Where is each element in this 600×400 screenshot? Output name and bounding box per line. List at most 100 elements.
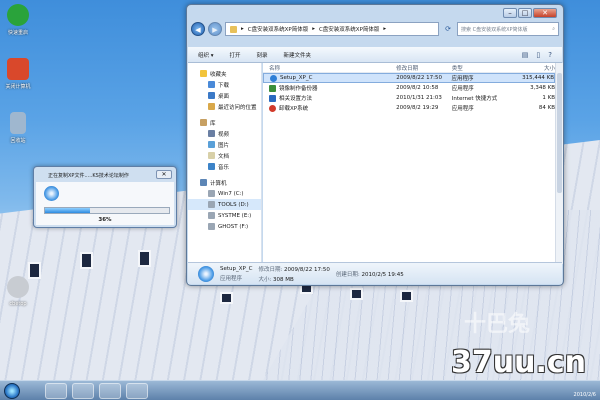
download-icon xyxy=(208,81,215,88)
file-row[interactable]: 镜像制作备份器 2009/8/2 10:58 应用程序 3,348 KB xyxy=(263,83,555,93)
program-icon xyxy=(7,276,29,298)
details-modified: 2009/8/22 17:50 xyxy=(284,266,330,273)
nav-label: Win7 (C:) xyxy=(218,190,244,197)
view-options-icon[interactable]: ▤ xyxy=(522,51,529,59)
nav-label: 最近访问的位置 xyxy=(218,104,257,111)
restart-icon xyxy=(7,4,29,26)
file-date: 2009/8/2 10:58 xyxy=(396,85,439,91)
dialog-close-button[interactable]: ✕ xyxy=(156,170,172,179)
taskbar-explorer-icon[interactable] xyxy=(72,382,94,399)
maximize-button[interactable]: □ xyxy=(518,8,532,18)
preview-pane-icon[interactable]: ▯ xyxy=(536,51,540,59)
refresh-icon[interactable]: ⟳ xyxy=(442,22,454,36)
start-button[interactable] xyxy=(4,382,20,399)
desktop-icon-label: 回收站 xyxy=(10,138,26,144)
file-row[interactable]: Setup_XP_C 2009/8/22 17:50 应用程序 315,444 … xyxy=(263,73,555,83)
copy-progress-dialog: 正在复制XP文件.....KS技术论坛制作 ✕ 36% xyxy=(33,166,177,228)
forward-button[interactable]: ▶ xyxy=(208,22,222,36)
nav-favorites[interactable]: 收藏夹 xyxy=(188,68,261,79)
file-row[interactable]: 相关设置方法 2010/1/31 21:03 Internet 快捷方式 1 K… xyxy=(263,93,555,103)
progress-fill xyxy=(45,208,90,213)
nav-label: SYSTME (E:) xyxy=(218,212,252,219)
help-icon[interactable]: ? xyxy=(548,51,552,59)
new-folder-button[interactable]: 新建文件夹 xyxy=(284,51,312,59)
search-input[interactable]: 搜索 C盘安装双系统XP简体版 ⌕ xyxy=(457,22,559,36)
desktop-icon-recycle-bin[interactable]: 回收站 xyxy=(1,112,35,144)
file-row[interactable]: 卸载XP系统 2009/8/2 19:29 应用程序 84 KB xyxy=(263,103,555,113)
address-bar[interactable]: ▸ C盘安装双系统XP简体版 ▸ C盘安装双系统XP简体版 ▸ xyxy=(225,22,439,36)
nav-drive-c[interactable]: Win7 (C:) xyxy=(188,188,261,199)
close-button[interactable]: ✕ xyxy=(533,8,557,18)
file-size: 3,348 KB xyxy=(530,85,555,91)
nav-item-recent[interactable]: 最近访问的位置 xyxy=(188,101,261,112)
file-size: 1 KB xyxy=(542,95,555,101)
music-icon xyxy=(208,163,215,170)
nav-item-pictures[interactable]: 图片 xyxy=(188,139,261,150)
nav-drive-e[interactable]: SYSTME (E:) xyxy=(188,210,261,221)
nav-label: 文档 xyxy=(218,153,230,160)
file-date: 2009/8/2 19:29 xyxy=(396,105,439,111)
nav-drive-d[interactable]: TOOLS (D:) xyxy=(188,199,261,210)
desktop-icon-quick-restart[interactable]: 快速重启 xyxy=(1,4,35,36)
star-icon xyxy=(200,70,207,77)
address-separator: ▸ xyxy=(383,26,387,32)
folder-icon xyxy=(230,25,237,33)
burn-button[interactable]: 刻录 xyxy=(257,51,268,59)
setup-app-icon xyxy=(44,186,59,201)
nav-item-documents[interactable]: 文档 xyxy=(188,150,261,161)
computer-icon xyxy=(200,179,207,186)
desktop-icon-cbetop[interactable]: cbetop xyxy=(1,276,35,307)
nav-label: 下载 xyxy=(218,82,230,89)
nav-label: TOOLS (D:) xyxy=(218,201,249,208)
column-headers: 名称 修改日期 类型 大小 xyxy=(263,63,555,73)
desktop-icon-label: cbetop xyxy=(9,301,27,307)
search-icon: ⌕ xyxy=(552,26,555,32)
nav-drive-f[interactable]: GHOST (F:) xyxy=(188,221,261,232)
file-list-scrollbar[interactable] xyxy=(555,63,563,264)
document-icon xyxy=(208,152,215,159)
wallpaper-window xyxy=(220,292,233,304)
nav-item-desktop[interactable]: 桌面 xyxy=(188,90,261,101)
minimize-button[interactable]: – xyxy=(503,8,517,18)
nav-item-videos[interactable]: 视频 xyxy=(188,128,261,139)
nav-label: 计算机 xyxy=(210,180,227,187)
nav-item-music[interactable]: 音乐 xyxy=(188,161,261,172)
file-size: 84 KB xyxy=(538,105,555,111)
desktop-icon-label: 关闭计算机 xyxy=(5,84,31,90)
drive-icon xyxy=(208,201,215,208)
back-button[interactable]: ◀ xyxy=(191,22,205,36)
breadcrumb-segment[interactable]: C盘安装双系统XP简体版 xyxy=(248,25,308,33)
wallpaper-window xyxy=(138,250,151,267)
scrollbar-thumb[interactable] xyxy=(557,73,562,193)
uninstall-icon xyxy=(269,104,276,112)
internet-shortcut-icon xyxy=(269,94,276,102)
column-header-name[interactable]: 名称 xyxy=(269,64,396,72)
column-header-date[interactable]: 修改日期 xyxy=(396,64,452,72)
column-header-size[interactable]: 大小 xyxy=(515,64,555,72)
desktop-icon-shutdown[interactable]: 关闭计算机 xyxy=(1,58,35,90)
wallpaper-window xyxy=(400,290,413,302)
command-bar: 组织 ▾ 打开 刻录 新建文件夹 ▤ ▯ ? xyxy=(188,47,562,63)
nav-libraries[interactable]: 库 xyxy=(188,117,261,128)
taskbar-clock: 2010/2/6 xyxy=(573,392,596,398)
open-button[interactable]: 打开 xyxy=(230,51,241,59)
file-name: 镜像制作备份器 xyxy=(279,86,318,92)
backup-tool-icon xyxy=(269,84,276,92)
drive-icon xyxy=(208,223,215,230)
nav-item-downloads[interactable]: 下载 xyxy=(188,79,261,90)
organize-button[interactable]: 组织 ▾ xyxy=(198,51,214,59)
nav-label: 图片 xyxy=(218,142,230,149)
taskbar-setup-icon[interactable] xyxy=(126,382,148,399)
file-type: 应用程序 xyxy=(451,86,474,92)
recycle-bin-icon xyxy=(10,112,26,134)
nav-computer[interactable]: 计算机 xyxy=(188,177,261,188)
breadcrumb-segment[interactable]: C盘安装双系统XP简体版 xyxy=(319,25,379,33)
file-type: Internet 快捷方式 xyxy=(451,96,498,102)
address-bar-row: ◀ ▶ ▸ C盘安装双系统XP简体版 ▸ C盘安装双系统XP简体版 ▸ ⟳ 搜索… xyxy=(191,21,559,37)
file-list: 名称 修改日期 类型 大小 Setup_XP_C 2009/8/22 17:50… xyxy=(263,63,555,264)
taskbar-media-icon[interactable] xyxy=(99,382,121,399)
taskbar-ie-icon[interactable] xyxy=(45,382,67,399)
watermark-cn: 十巴兔 xyxy=(463,312,530,337)
column-header-type[interactable]: 类型 xyxy=(452,64,516,72)
file-name: Setup_XP_C xyxy=(280,75,313,81)
